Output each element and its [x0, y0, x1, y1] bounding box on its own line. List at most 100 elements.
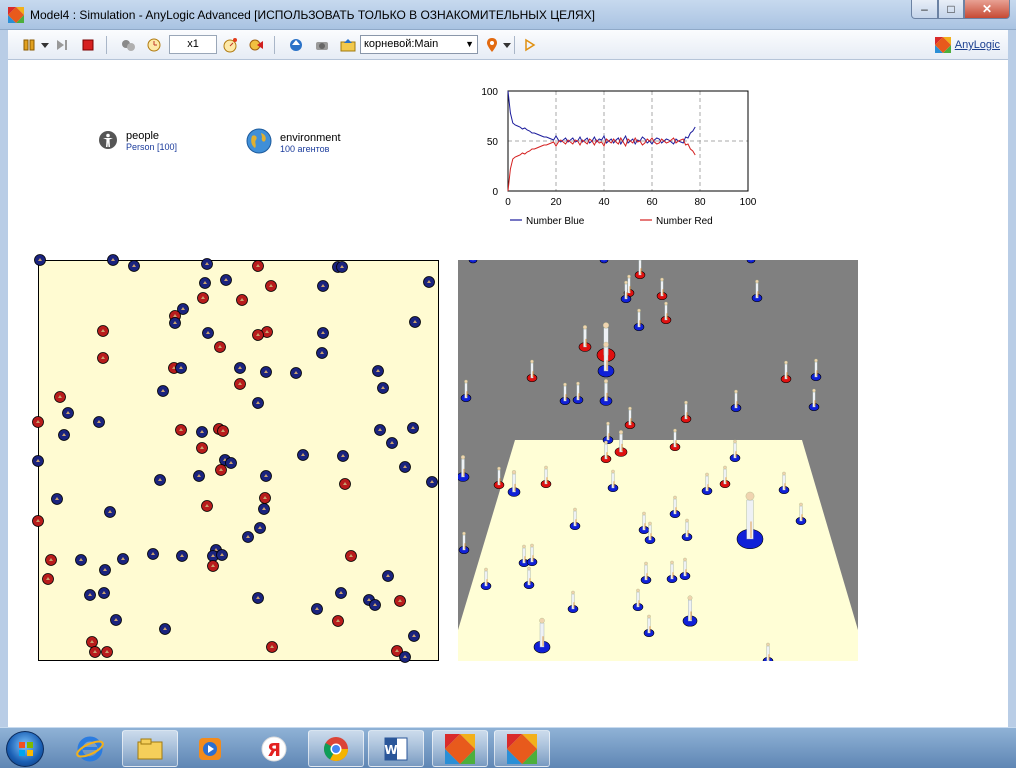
sim-3d-view[interactable]: [458, 260, 858, 661]
pause-button[interactable]: [18, 36, 40, 54]
start-button[interactable]: [6, 731, 44, 767]
agent-2d[interactable]: [336, 261, 348, 273]
step-button[interactable]: [52, 36, 72, 54]
taskbar-word[interactable]: W: [368, 730, 424, 767]
agent-2d[interactable]: [265, 280, 277, 292]
agent-2d[interactable]: [258, 503, 270, 515]
speed-field[interactable]: x1: [169, 35, 217, 54]
agent-2d[interactable]: [93, 416, 105, 428]
people-population[interactable]: people Person [100]: [98, 130, 177, 152]
agent-2d[interactable]: [225, 457, 237, 469]
agent-2d[interactable]: [32, 515, 44, 527]
agent-2d[interactable]: [32, 416, 44, 428]
agent-2d[interactable]: [369, 599, 381, 611]
agent-2d[interactable]: [266, 641, 278, 653]
agent-2d[interactable]: [252, 329, 264, 341]
agent-2d[interactable]: [290, 367, 302, 379]
agent-2d[interactable]: [386, 437, 398, 449]
agent-2d[interactable]: [345, 550, 357, 562]
agent-2d[interactable]: [297, 449, 309, 461]
navigate-up-button[interactable]: [286, 36, 306, 54]
agent-2d[interactable]: [175, 362, 187, 374]
agent-2d[interactable]: [196, 442, 208, 454]
agent-2d[interactable]: [382, 570, 394, 582]
agent-2d[interactable]: [54, 391, 66, 403]
agent-2d[interactable]: [98, 587, 110, 599]
agent-2d[interactable]: [372, 365, 384, 377]
agent-2d[interactable]: [202, 327, 214, 339]
agent-2d[interactable]: [197, 292, 209, 304]
agent-2d[interactable]: [408, 630, 420, 642]
agent-2d[interactable]: [75, 554, 87, 566]
taskbar-ie[interactable]: [62, 730, 118, 767]
taskbar-explorer[interactable]: [122, 730, 178, 767]
virtual-time-button[interactable]: [118, 36, 138, 54]
agent-2d[interactable]: [339, 478, 351, 490]
agent-2d[interactable]: [234, 362, 246, 374]
run-fast-button[interactable]: [246, 36, 266, 54]
agent-2d[interactable]: [107, 254, 119, 266]
agent-2d[interactable]: [252, 592, 264, 604]
agent-2d[interactable]: [196, 426, 208, 438]
agent-2d[interactable]: [101, 646, 113, 658]
agent-2d[interactable]: [252, 397, 264, 409]
slow-down-button[interactable]: [144, 36, 164, 54]
taskbar-chrome[interactable]: [308, 730, 364, 767]
agent-2d[interactable]: [337, 450, 349, 462]
agent-2d[interactable]: [42, 573, 54, 585]
agent-2d[interactable]: [89, 646, 101, 658]
agent-2d[interactable]: [207, 560, 219, 572]
agent-2d[interactable]: [99, 564, 111, 576]
agent-2d[interactable]: [317, 280, 329, 292]
agent-2d[interactable]: [201, 258, 213, 270]
agent-2d[interactable]: [34, 254, 46, 266]
close-button[interactable]: ✕: [964, 0, 1010, 19]
agent-2d[interactable]: [399, 461, 411, 473]
agent-2d[interactable]: [199, 277, 211, 289]
agent-2d[interactable]: [260, 470, 272, 482]
agent-2d[interactable]: [407, 422, 419, 434]
agent-2d[interactable]: [409, 316, 421, 328]
agent-2d[interactable]: [217, 425, 229, 437]
developer-panel-button[interactable]: [520, 36, 540, 54]
agent-2d[interactable]: [214, 341, 226, 353]
taskbar-anylogic-1[interactable]: [432, 730, 488, 767]
locate-dropdown[interactable]: [502, 36, 512, 54]
agent-2d[interactable]: [252, 260, 264, 272]
folder-button[interactable]: [338, 36, 358, 54]
maximize-button[interactable]: □: [938, 0, 964, 19]
stop-button[interactable]: [78, 36, 98, 54]
agent-2d[interactable]: [147, 548, 159, 560]
agent-2d[interactable]: [154, 474, 166, 486]
agent-2d[interactable]: [97, 352, 109, 364]
taskbar-anylogic-2[interactable]: [494, 730, 550, 767]
agent-2d[interactable]: [317, 327, 329, 339]
agent-2d[interactable]: [332, 615, 344, 627]
agent-2d[interactable]: [215, 464, 227, 476]
agent-navigation-select[interactable]: корневой:Main ▼: [360, 35, 478, 54]
agent-2d[interactable]: [62, 407, 74, 419]
taskbar-yandex-browser[interactable]: Я: [246, 730, 302, 767]
agent-2d[interactable]: [110, 614, 122, 626]
minimize-button[interactable]: –: [911, 0, 938, 19]
agent-2d[interactable]: [399, 651, 411, 663]
agent-2d[interactable]: [157, 385, 169, 397]
agent-2d[interactable]: [117, 553, 129, 565]
agent-2d[interactable]: [193, 470, 205, 482]
camera-button[interactable]: [312, 36, 332, 54]
environment-object[interactable]: environment 100 агентов: [246, 128, 341, 154]
agent-2d[interactable]: [128, 260, 140, 272]
agent-2d[interactable]: [316, 347, 328, 359]
agent-2d[interactable]: [97, 325, 109, 337]
speed-up-button[interactable]: [220, 36, 240, 54]
agent-2d[interactable]: [201, 500, 213, 512]
agent-2d[interactable]: [260, 366, 272, 378]
sim-2d-view[interactable]: [32, 254, 439, 663]
agent-2d[interactable]: [374, 424, 386, 436]
agent-2d[interactable]: [86, 636, 98, 648]
agent-2d[interactable]: [311, 603, 323, 615]
agent-2d[interactable]: [58, 429, 70, 441]
agent-2d[interactable]: [259, 492, 271, 504]
agent-2d[interactable]: [426, 476, 438, 488]
agent-2d[interactable]: [32, 455, 44, 467]
